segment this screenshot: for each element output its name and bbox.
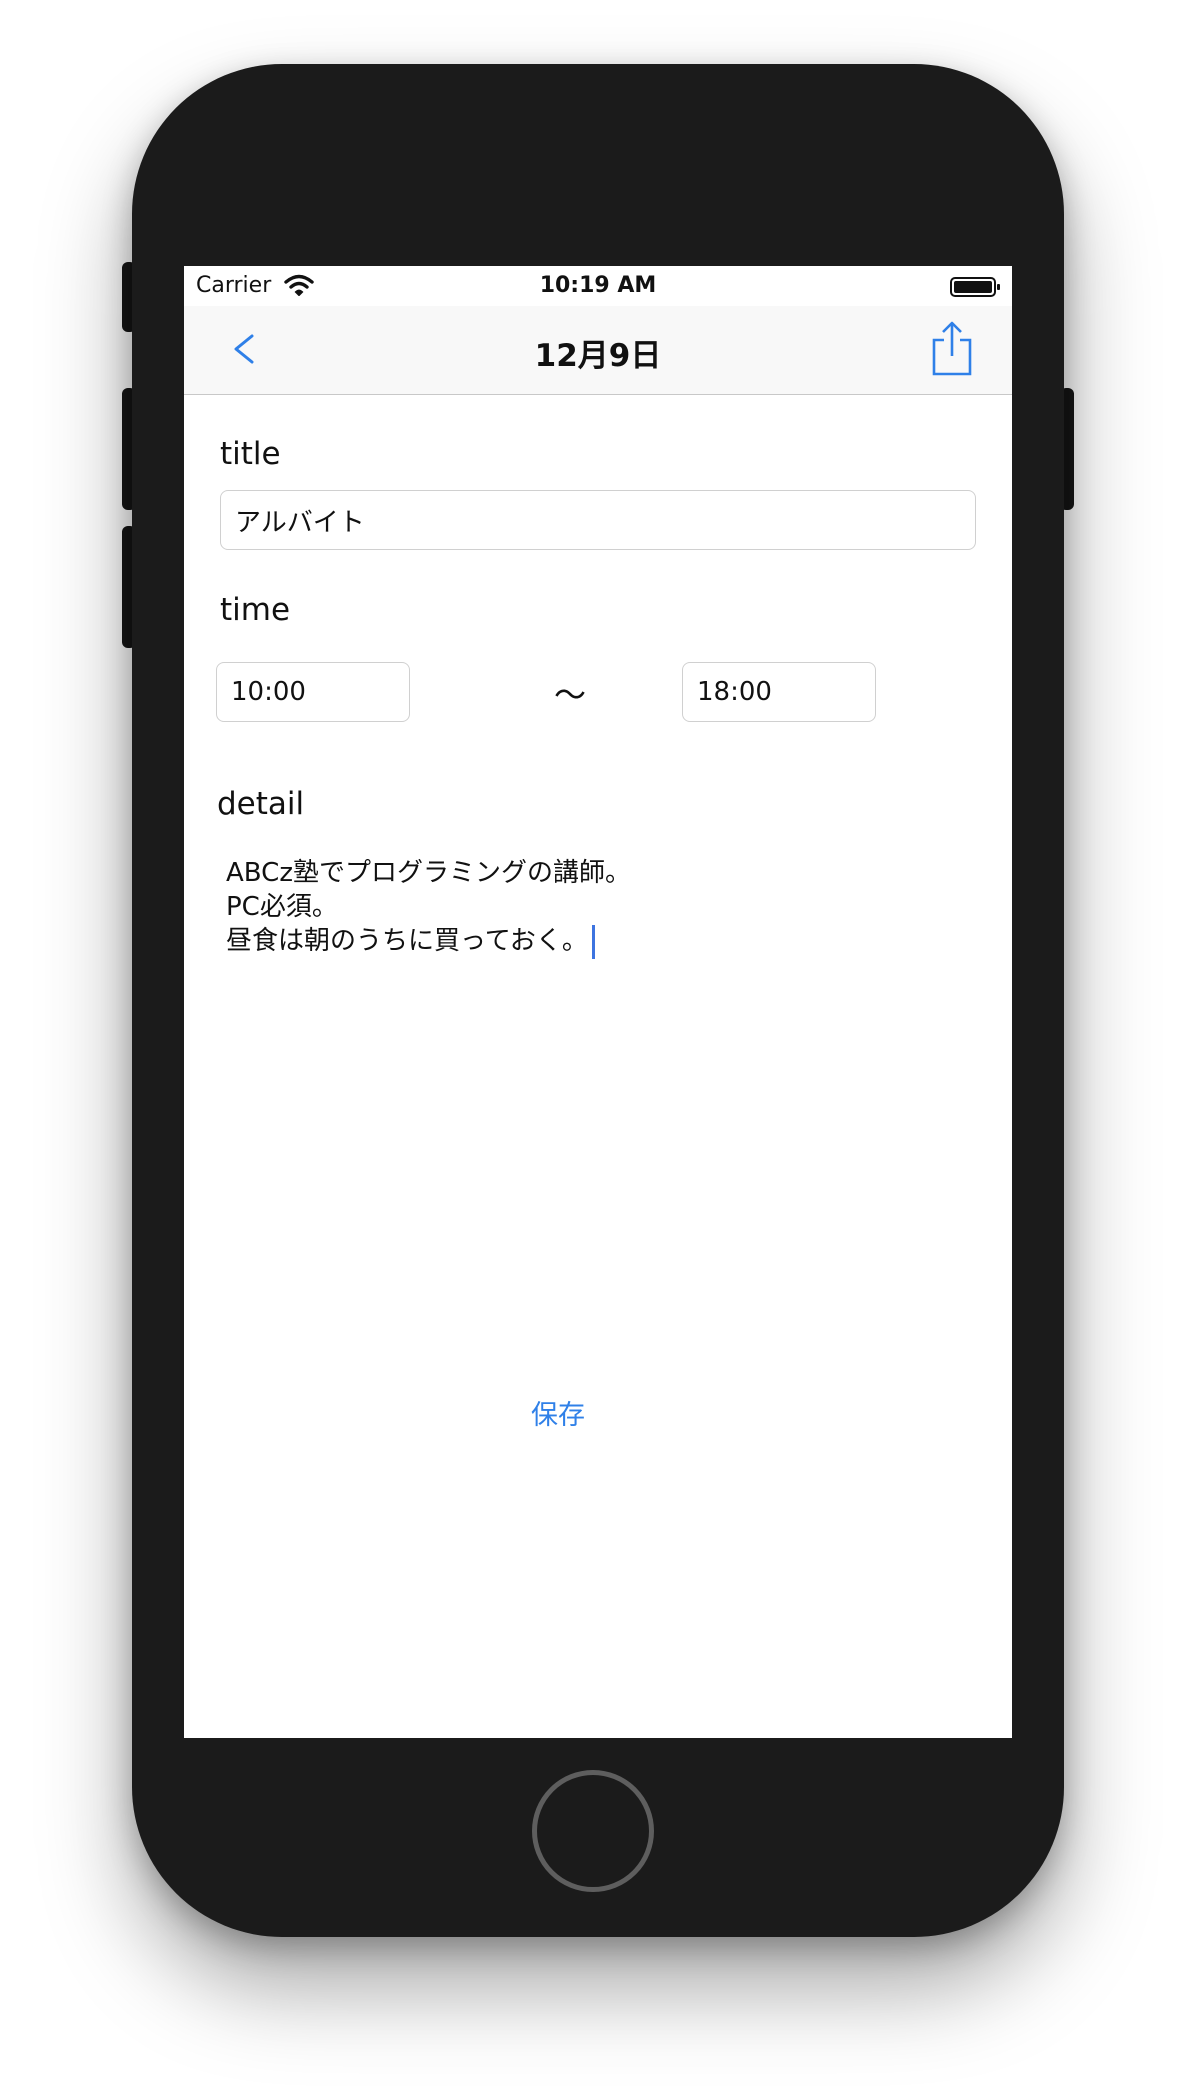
start-time-field[interactable]: 10:00 — [216, 662, 410, 722]
battery-icon — [950, 276, 1002, 298]
home-button[interactable] — [532, 1770, 654, 1892]
detail-line-text: 昼食は朝のうちに買っておく。 — [226, 926, 588, 956]
share-icon[interactable] — [930, 320, 974, 378]
title-label: title — [220, 436, 281, 472]
time-label: time — [220, 592, 291, 628]
detail-label: detail — [217, 786, 305, 822]
save-button[interactable]: 保存 — [498, 1392, 618, 1433]
page-title: 12月9日 — [534, 338, 662, 374]
end-time-field[interactable]: 18:00 — [682, 662, 876, 722]
navigation-bar: 12月9日 — [184, 306, 1012, 395]
text-cursor — [591, 924, 595, 959]
end-time-value: 18:00 — [697, 677, 772, 707]
time-separator: 〜 — [553, 676, 586, 714]
screen: Carrier 10:19 AM 12月9日 title アルバイト time … — [184, 266, 1012, 1738]
status-bar: Carrier 10:19 AM — [184, 266, 1012, 306]
start-time-value: 10:00 — [231, 677, 306, 707]
detail-line: ABCz塾でプログラミングの講師。 — [226, 858, 631, 888]
title-field[interactable]: アルバイト — [220, 490, 976, 550]
detail-line-last: 昼食は朝のうちに買っておく。 — [226, 924, 966, 959]
detail-text-area[interactable]: ABCz塾でプログラミングの講師。 PC必須。 昼食は朝のうちに買っておく。 — [226, 856, 966, 1336]
detail-line: PC必須。 — [226, 892, 338, 922]
title-field-value: アルバイト — [235, 507, 365, 538]
status-time: 10:19 AM — [539, 273, 657, 298]
